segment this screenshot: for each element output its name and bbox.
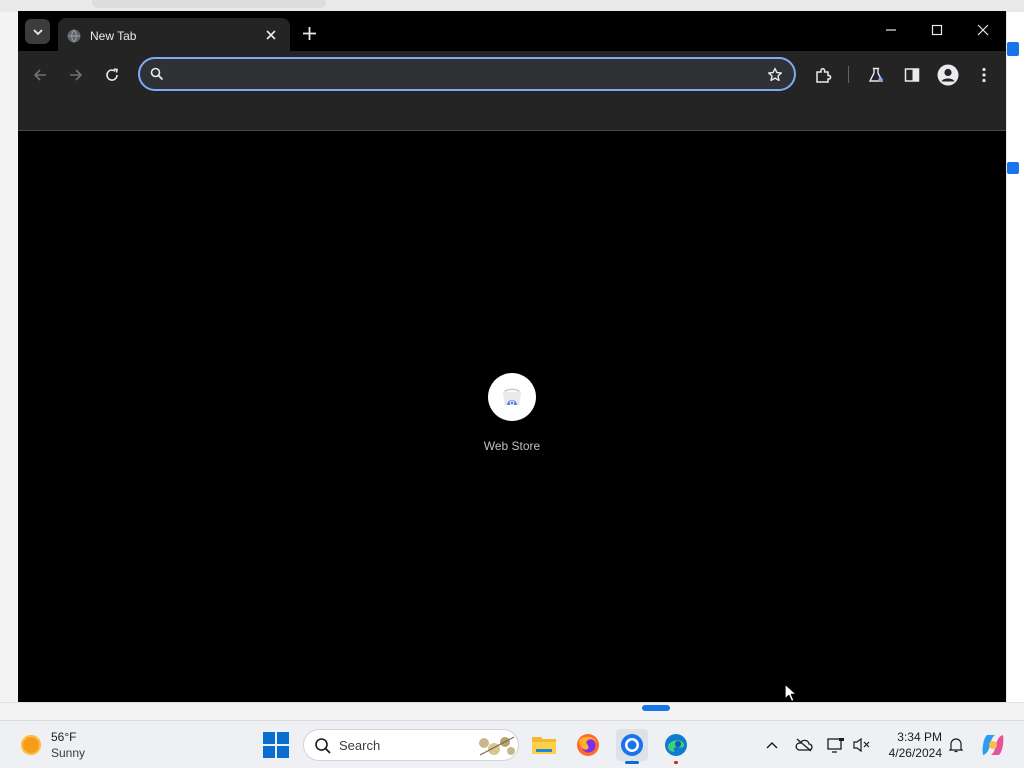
menu-button[interactable] bbox=[972, 63, 996, 87]
toolbar bbox=[18, 51, 1006, 98]
start-button[interactable] bbox=[262, 731, 290, 759]
toolbar-divider bbox=[848, 66, 849, 83]
clock-time[interactable]: 3:34 PM bbox=[884, 730, 942, 744]
background-blue-icon bbox=[1007, 42, 1019, 56]
reload-icon bbox=[106, 68, 118, 81]
new-tab-page: Web Store bbox=[18, 131, 1006, 702]
running-indicator bbox=[674, 761, 678, 764]
more-vert-icon bbox=[982, 67, 986, 83]
labs-button[interactable] bbox=[864, 63, 888, 87]
clock-date[interactable]: 4/26/2024 bbox=[878, 746, 942, 760]
edge-icon bbox=[665, 734, 687, 756]
copilot-icon bbox=[982, 735, 1004, 755]
side-panel-icon bbox=[904, 68, 920, 82]
back-button[interactable] bbox=[28, 63, 52, 87]
taskbar: 56°F Sunny Search 3:34 PM 4/26/2024 bbox=[0, 720, 1024, 768]
windows-logo-icon bbox=[263, 732, 275, 744]
tab-new-tab[interactable]: New Tab bbox=[58, 18, 290, 51]
chrome-window: New Tab Web Store bbox=[18, 11, 1006, 702]
minimize-icon bbox=[886, 29, 896, 31]
taskbar-edge[interactable] bbox=[660, 729, 692, 764]
forward-button[interactable] bbox=[64, 63, 88, 87]
extensions-icon bbox=[815, 67, 831, 83]
shortcut-web-store[interactable]: Web Store bbox=[470, 373, 554, 463]
reload-button[interactable] bbox=[100, 63, 124, 87]
minimize-button[interactable] bbox=[871, 15, 911, 45]
onedrive-offline-icon bbox=[795, 738, 813, 752]
labs-flask-icon bbox=[868, 67, 884, 82]
search-highlight-icon bbox=[479, 736, 515, 756]
taskbar-search[interactable]: Search bbox=[303, 729, 519, 761]
background-toggle bbox=[642, 705, 670, 711]
star-icon bbox=[768, 67, 782, 82]
volume-tray[interactable] bbox=[852, 735, 872, 755]
shortcut-label: Web Store bbox=[483, 439, 541, 453]
file-explorer-icon bbox=[532, 737, 556, 754]
display-icon bbox=[827, 738, 844, 753]
background-blue-icon bbox=[1007, 162, 1019, 174]
taskbar-file-explorer[interactable] bbox=[528, 729, 560, 761]
close-window-button[interactable] bbox=[963, 15, 1003, 45]
weather-description: Sunny bbox=[51, 746, 86, 760]
show-hidden-icons-button[interactable] bbox=[762, 735, 782, 755]
search-icon bbox=[315, 738, 331, 754]
address-input[interactable] bbox=[174, 65, 754, 85]
address-bar[interactable] bbox=[138, 57, 796, 91]
tab-title: New Tab bbox=[90, 29, 137, 43]
display-tray[interactable] bbox=[826, 735, 846, 755]
volume-muted-icon bbox=[853, 737, 870, 753]
tab-search-icon bbox=[32, 28, 43, 35]
globe-icon bbox=[67, 29, 81, 43]
close-icon bbox=[266, 30, 276, 40]
weather-temperature: 56°F bbox=[51, 730, 77, 744]
shortcut-tile bbox=[488, 373, 536, 421]
firefox-icon bbox=[577, 734, 599, 756]
plus-icon bbox=[302, 26, 316, 40]
search-label: Search bbox=[339, 738, 381, 753]
forward-arrow-icon bbox=[70, 69, 83, 81]
chrome-icon bbox=[621, 734, 643, 756]
tab-search-button[interactable] bbox=[25, 19, 50, 44]
title-bar[interactable]: New Tab bbox=[18, 11, 1006, 51]
taskbar-chrome[interactable] bbox=[616, 729, 648, 764]
bell-icon bbox=[949, 738, 963, 753]
extensions-button[interactable] bbox=[811, 63, 835, 87]
bookmark-star-button[interactable] bbox=[764, 64, 786, 86]
notifications-button[interactable] bbox=[946, 735, 966, 755]
close-icon bbox=[977, 24, 989, 36]
maximize-button[interactable] bbox=[917, 15, 957, 45]
background-left-edge bbox=[0, 12, 18, 712]
side-panel-button[interactable] bbox=[900, 63, 924, 87]
web-store-icon bbox=[503, 388, 521, 406]
back-arrow-icon bbox=[33, 69, 46, 81]
profile-button[interactable] bbox=[936, 63, 960, 87]
search-icon bbox=[150, 67, 164, 81]
mouse-cursor-icon bbox=[784, 683, 798, 703]
background-right-edge bbox=[1006, 12, 1024, 712]
taskbar-firefox[interactable] bbox=[572, 729, 604, 761]
maximize-icon bbox=[931, 24, 943, 36]
background-bottom-strip bbox=[0, 702, 1024, 720]
bookmarks-bar bbox=[18, 98, 1006, 131]
new-tab-button[interactable] bbox=[297, 21, 321, 45]
profile-icon bbox=[937, 64, 959, 86]
active-indicator bbox=[625, 761, 639, 764]
copilot-button[interactable] bbox=[980, 732, 1006, 758]
tab-close-button[interactable] bbox=[262, 26, 280, 44]
sun-icon bbox=[21, 735, 41, 755]
background-tab bbox=[92, 0, 326, 8]
onedrive-tray[interactable] bbox=[794, 735, 814, 755]
chevron-up-icon bbox=[766, 742, 778, 749]
